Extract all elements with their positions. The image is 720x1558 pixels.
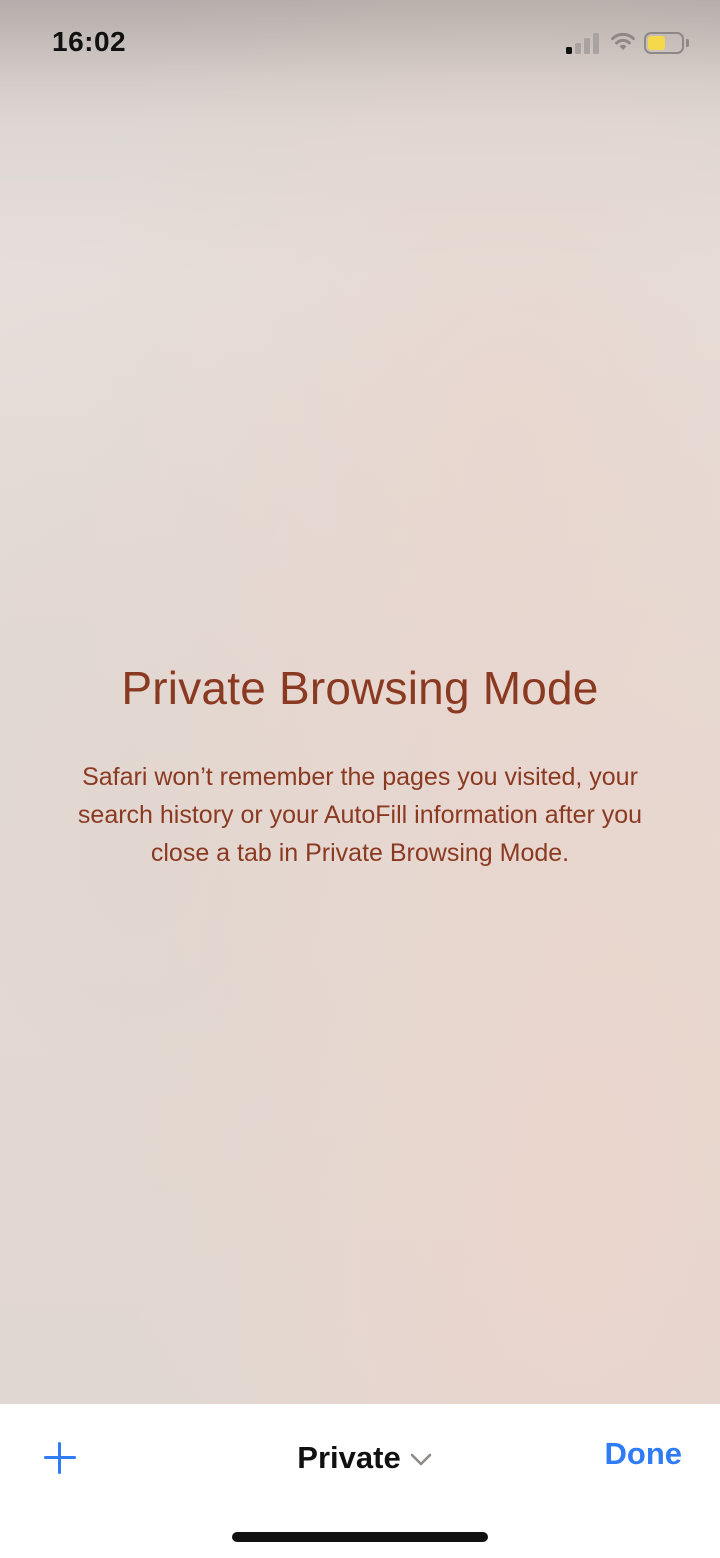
tab-group-label: Private <box>297 1440 401 1475</box>
home-indicator[interactable] <box>232 1532 488 1542</box>
private-browsing-description: Safari won’t remember the pages you visi… <box>77 763 643 867</box>
tab-group-selector[interactable]: Private <box>270 1434 460 1482</box>
private-browsing-message: Private Browsing Mode Safari won’t remem… <box>40 658 680 872</box>
cellular-signal-icon <box>566 32 602 54</box>
status-time: 16:02 <box>52 26 127 57</box>
new-tab-button[interactable] <box>36 1434 84 1482</box>
battery-level <box>648 36 665 50</box>
private-browsing-title: Private Browsing Mode <box>121 662 599 714</box>
wifi-icon <box>611 32 635 50</box>
chevron-down-icon <box>410 1453 432 1466</box>
status-bar: 16:02 <box>0 0 720 90</box>
tab-overview-toolbar: Private Done <box>0 1404 720 1558</box>
done-button[interactable]: Done <box>605 1436 683 1472</box>
battery-icon <box>644 32 690 54</box>
plus-icon <box>36 1434 84 1482</box>
